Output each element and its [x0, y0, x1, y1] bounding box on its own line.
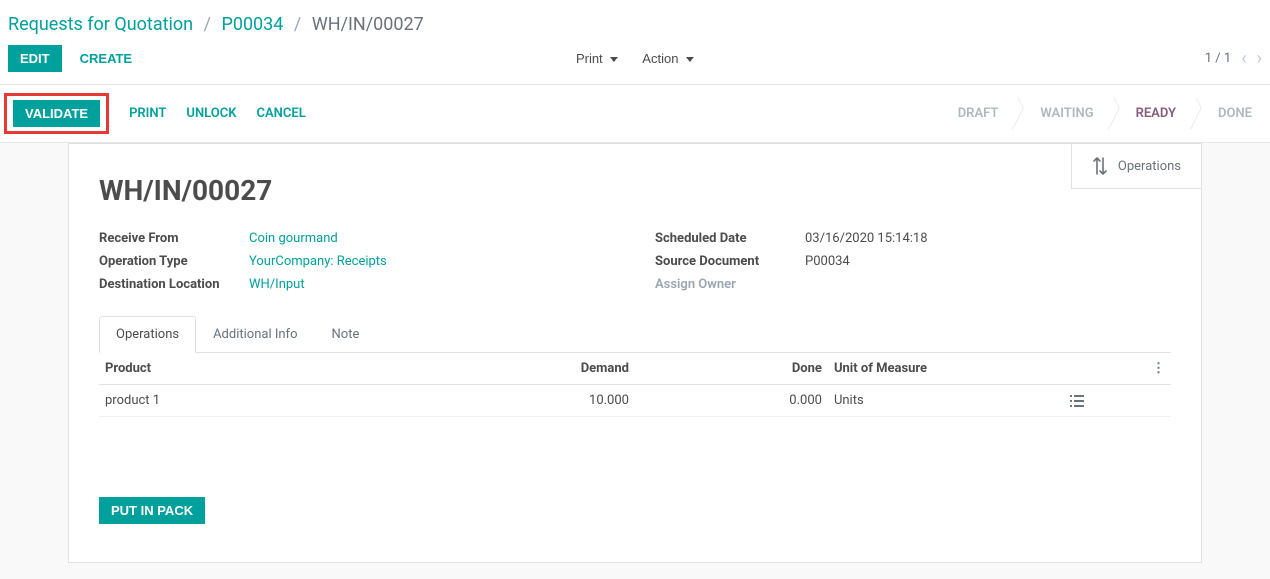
operation-type-label: Operation Type	[99, 254, 249, 269]
fields: Receive From Coin gourmand Operation Typ…	[69, 227, 1201, 316]
validate-button[interactable]: VALIDATE	[13, 100, 100, 127]
pager-next-icon[interactable]: ›	[1257, 48, 1262, 69]
breadcrumb-root[interactable]: Requests for Quotation	[8, 14, 193, 35]
tab-note[interactable]: Note	[315, 316, 377, 352]
chevron-down-icon	[686, 57, 694, 62]
action-dropdown-label: Action	[642, 51, 678, 66]
create-button[interactable]: CREATE	[70, 45, 142, 72]
validate-highlight: VALIDATE	[4, 93, 109, 134]
cell-product: product 1	[99, 385, 442, 417]
page-title: WH/IN/00027	[69, 144, 1201, 227]
destination-location-value[interactable]: WH/Input	[249, 277, 305, 292]
put-in-pack-button[interactable]: PUT IN PACK	[99, 497, 205, 524]
pager-prev-icon[interactable]: ‹	[1241, 48, 1246, 69]
control-bar: EDIT CREATE Print Action 1 / 1 ‹ ›	[0, 45, 1270, 85]
cell-demand: 10.000	[442, 385, 635, 417]
breadcrumb-sep-icon: /	[204, 14, 211, 35]
operations-stat-button[interactable]: Operations	[1071, 144, 1201, 189]
assign-owner-value	[805, 277, 1171, 292]
cell-uom: Units	[828, 385, 1064, 417]
cell-done: 0.000	[635, 385, 828, 417]
chevron-down-icon	[610, 57, 618, 62]
fields-left: Receive From Coin gourmand Operation Typ…	[99, 227, 615, 296]
edit-button[interactable]: EDIT	[8, 45, 62, 72]
status-draft[interactable]: DRAFT	[934, 98, 1017, 129]
breadcrumb-current: WH/IN/00027	[312, 14, 424, 35]
status-bar: DRAFT WAITING READY DONE	[934, 98, 1270, 129]
receive-from-value[interactable]: Coin gourmand	[249, 231, 338, 246]
status-waiting[interactable]: WAITING	[1016, 98, 1111, 129]
col-uom[interactable]: Unit of Measure	[828, 353, 1064, 385]
col-product[interactable]: Product	[99, 353, 442, 385]
form-sheet: Operations WH/IN/00027 Receive From Coin…	[68, 143, 1202, 563]
receive-from-label: Receive From	[99, 231, 249, 246]
operation-type-value[interactable]: YourCompany: Receipts	[249, 254, 387, 269]
unlock-button[interactable]: UNLOCK	[186, 106, 236, 121]
detailed-operations-icon[interactable]	[1070, 395, 1122, 407]
tab-operations[interactable]: Operations	[99, 316, 196, 353]
status-done[interactable]: DONE	[1194, 98, 1270, 129]
operations-table: Product Demand Done Unit of Measure ⋮ pr…	[99, 353, 1171, 417]
transfer-arrows-icon	[1092, 156, 1108, 176]
cancel-button[interactable]: CANCEL	[256, 106, 305, 121]
action-dropdown[interactable]: Action	[634, 45, 702, 72]
pager-text: 1 / 1	[1205, 51, 1231, 66]
scheduled-date-value: 03/16/2020 15:14:18	[805, 231, 1171, 246]
status-ready[interactable]: READY	[1112, 98, 1194, 129]
print-dropdown-label: Print	[576, 51, 603, 66]
fields-right: Scheduled Date 03/16/2020 15:14:18 Sourc…	[655, 227, 1171, 296]
source-document-value: P00034	[805, 254, 1171, 269]
kebab-icon[interactable]: ⋮	[1152, 361, 1165, 376]
breadcrumb: Requests for Quotation / P00034 / WH/IN/…	[0, 0, 1270, 45]
pager: 1 / 1 ‹ ›	[1205, 48, 1262, 69]
form-sheet-bg: Operations WH/IN/00027 Receive From Coin…	[0, 143, 1270, 579]
breadcrumb-sep-icon: /	[294, 14, 301, 35]
scheduled-date-label: Scheduled Date	[655, 231, 805, 246]
print-button[interactable]: PRINT	[129, 106, 166, 121]
table-row[interactable]: product 1 10.000 0.000 Units	[99, 385, 1171, 417]
tabs: Operations Additional Info Note	[99, 316, 1171, 353]
tab-additional-info[interactable]: Additional Info	[196, 316, 314, 352]
print-dropdown[interactable]: Print	[568, 45, 626, 72]
operations-stat-label: Operations	[1118, 159, 1181, 174]
breadcrumb-parent[interactable]: P00034	[221, 14, 283, 35]
source-document-label: Source Document	[655, 254, 805, 269]
action-bar: VALIDATE PRINT UNLOCK CANCEL DRAFT WAITI…	[0, 85, 1270, 143]
col-detail	[1064, 353, 1128, 385]
destination-location-label: Destination Location	[99, 277, 249, 292]
assign-owner-label: Assign Owner	[655, 277, 805, 292]
col-demand[interactable]: Demand	[442, 353, 635, 385]
col-done[interactable]: Done	[635, 353, 828, 385]
